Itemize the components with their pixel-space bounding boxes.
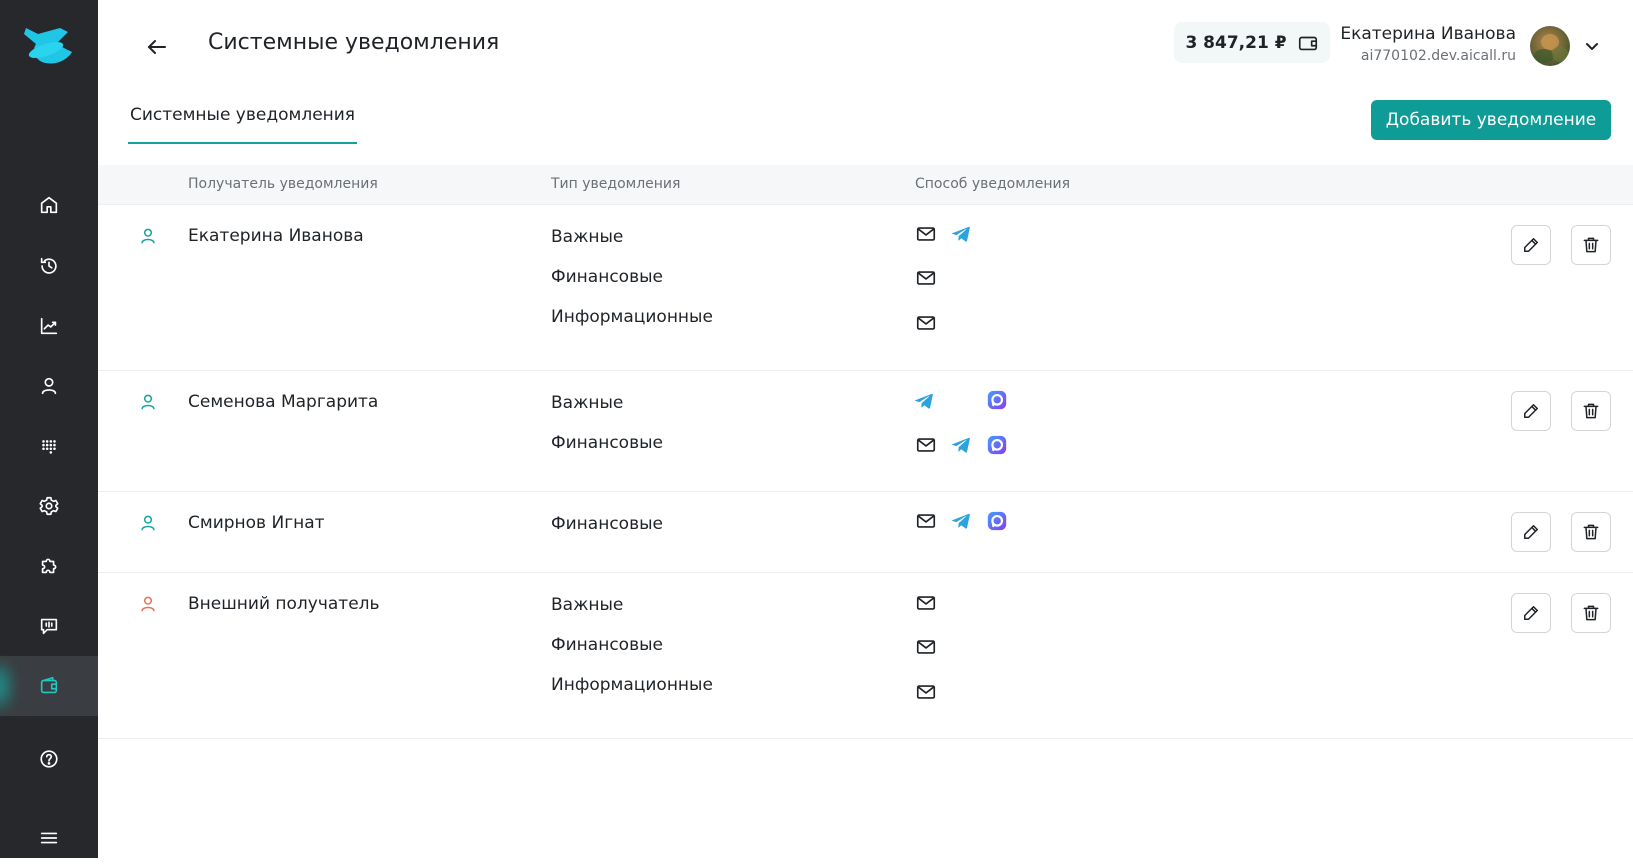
user-icon	[138, 226, 158, 246]
trash-icon	[1581, 522, 1601, 542]
table-row: Смирнов Игнат Финансовые	[98, 492, 1633, 573]
notification-type: Финансовые	[551, 635, 663, 655]
wallet-icon	[1298, 36, 1317, 50]
telegram-icon	[950, 223, 972, 245]
dialpad-icon[interactable]	[0, 416, 98, 476]
avatar[interactable]	[1530, 26, 1570, 66]
user-name: Екатерина Иванова	[1340, 24, 1516, 44]
pencil-icon	[1521, 603, 1541, 623]
pencil-icon	[1521, 235, 1541, 255]
table-row: Екатерина Иванова Важные Финансовые Инфо…	[98, 205, 1633, 371]
max-icon	[986, 389, 1008, 411]
trash-icon	[1581, 603, 1601, 623]
edit-button[interactable]	[1511, 391, 1551, 431]
tab-system-notifications[interactable]: Системные уведомления	[128, 92, 357, 144]
home-icon[interactable]	[0, 175, 98, 235]
recipient-name: Семенова Маргарита	[188, 392, 379, 412]
column-method: Способ уведомления	[915, 176, 1071, 192]
max-icon	[986, 510, 1008, 532]
mail-icon	[915, 636, 937, 658]
menu-icon[interactable]	[0, 808, 98, 868]
column-type: Тип уведомления	[551, 176, 681, 192]
user-icon	[138, 513, 158, 533]
balance-badge[interactable]: 3 847,21 ₽	[1174, 22, 1330, 63]
trash-icon	[1581, 235, 1601, 255]
notification-type: Информационные	[551, 307, 713, 327]
edit-button[interactable]	[1511, 593, 1551, 633]
user-domain: ai770102.dev.aicall.ru	[1360, 48, 1516, 64]
delete-button[interactable]	[1571, 593, 1611, 633]
max-icon	[986, 434, 1008, 456]
chevron-down-icon[interactable]	[1582, 36, 1602, 56]
delete-button[interactable]	[1571, 391, 1611, 431]
notification-type: Финансовые	[551, 514, 663, 534]
mail-icon	[915, 223, 937, 245]
notification-type: Важные	[551, 595, 624, 615]
arrow-left-icon	[148, 40, 166, 54]
table-row: Внешний получатель Важные Финансовые Инф…	[98, 573, 1633, 739]
sidebar	[0, 0, 98, 858]
notification-type: Важные	[551, 393, 624, 413]
mail-icon	[915, 681, 937, 703]
gear-icon[interactable]	[0, 476, 98, 536]
notification-type: Важные	[551, 227, 624, 247]
telegram-icon	[950, 434, 972, 456]
user-icon[interactable]	[0, 356, 98, 416]
chat-icon[interactable]	[0, 596, 98, 656]
analytics-icon[interactable]	[0, 296, 98, 356]
user-icon	[138, 392, 158, 412]
pencil-icon	[1521, 401, 1541, 421]
add-notification-button[interactable]: Добавить уведомление	[1371, 100, 1611, 140]
recipient-name: Внешний получатель	[188, 594, 380, 614]
telegram-icon	[913, 390, 935, 412]
delete-button[interactable]	[1571, 225, 1611, 265]
puzzle-icon[interactable]	[0, 536, 98, 596]
edit-button[interactable]	[1511, 512, 1551, 552]
notification-type: Информационные	[551, 675, 713, 695]
recipient-name: Екатерина Иванова	[188, 226, 364, 246]
wallet-icon[interactable]	[0, 656, 98, 716]
help-icon[interactable]	[0, 729, 98, 789]
table-row: Семенова Маргарита Важные Финансовые	[98, 371, 1633, 492]
telegram-icon	[950, 510, 972, 532]
column-recipient: Получатель уведомления	[188, 176, 378, 192]
pencil-icon	[1521, 522, 1541, 542]
app-logo-icon[interactable]	[22, 22, 76, 68]
recipient-name: Смирнов Игнат	[188, 513, 325, 533]
history-icon[interactable]	[0, 236, 98, 296]
mail-icon	[915, 510, 937, 532]
notification-type: Финансовые	[551, 433, 663, 453]
mail-icon	[915, 267, 937, 289]
mail-icon	[915, 592, 937, 614]
page-title: Системные уведомления	[208, 30, 500, 55]
mail-icon	[915, 312, 937, 334]
notification-type: Финансовые	[551, 267, 663, 287]
trash-icon	[1581, 401, 1601, 421]
balance-value: 3 847,21 ₽	[1185, 32, 1287, 53]
edit-button[interactable]	[1511, 225, 1551, 265]
delete-button[interactable]	[1571, 512, 1611, 552]
user-icon	[138, 594, 158, 614]
back-button[interactable]	[140, 32, 174, 62]
mail-icon	[915, 434, 937, 456]
table-header: Получатель уведомления Тип уведомления С…	[98, 165, 1633, 205]
